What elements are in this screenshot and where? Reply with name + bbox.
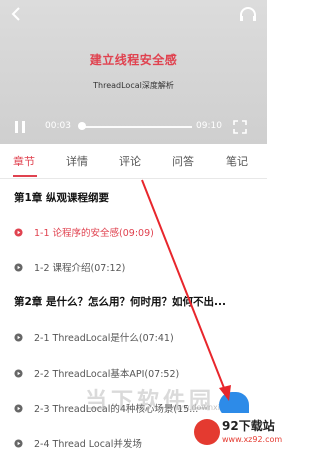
video-title: 建立线程安全感	[89, 53, 178, 67]
current-time: 00:03	[45, 121, 71, 131]
tab-details[interactable]: 详情	[66, 153, 88, 169]
lesson-label: 1-1 论程序的安全感(09:09)	[34, 228, 154, 239]
play-circle-icon	[14, 333, 23, 342]
play-circle-icon	[14, 439, 23, 448]
play-circle-icon	[14, 263, 23, 272]
tab-qa[interactable]: 问答	[172, 153, 194, 169]
progress-bar[interactable]	[80, 126, 192, 128]
fullscreen-icon[interactable]	[233, 120, 247, 134]
tab-bar: 章节 详情 评论 问答 笔记	[0, 144, 267, 179]
active-tab-indicator	[13, 175, 37, 177]
play-circle-icon	[14, 228, 23, 237]
tab-comments[interactable]: 评论	[119, 153, 141, 169]
chapter-title: 第2章 是什么？怎么用？何时用？如何不出...	[14, 296, 226, 308]
logo-text: 92下载站	[222, 419, 275, 433]
lesson-label: 2-1 ThreadLocal是什么(07:41)	[34, 333, 174, 344]
tab-notes[interactable]: 笔记	[226, 153, 248, 169]
headphones-icon[interactable]	[239, 6, 257, 22]
player-controls: 00:03 09:10	[0, 116, 267, 138]
lesson-label: 1-2 课程介绍(07:12)	[34, 263, 126, 274]
back-arrow-icon[interactable]	[8, 6, 24, 22]
progress-knob[interactable]	[78, 122, 86, 130]
pause-icon[interactable]	[14, 120, 26, 134]
lesson-label: 2-2 ThreadLocal基本API(07:52)	[34, 369, 180, 380]
total-time: 09:10	[196, 121, 222, 131]
lesson-label: 2-4 Thread Local并发场	[34, 439, 142, 450]
play-circle-icon	[14, 404, 23, 413]
logo-mark-icon	[194, 419, 220, 445]
logo-url: www.xz92.com	[222, 435, 283, 444]
video-player[interactable]: 建立线程安全感 ThreadLocal深度解析 00:03 09:10	[0, 0, 267, 144]
play-circle-icon	[14, 369, 23, 378]
tab-chapters[interactable]: 章节	[13, 153, 35, 169]
chapter-title: 第1章 纵观课程纲要	[14, 192, 109, 204]
video-subtitle: ThreadLocal深度解析	[93, 81, 174, 90]
site-logo: 92下载站 www.xz92.com	[192, 413, 282, 455]
